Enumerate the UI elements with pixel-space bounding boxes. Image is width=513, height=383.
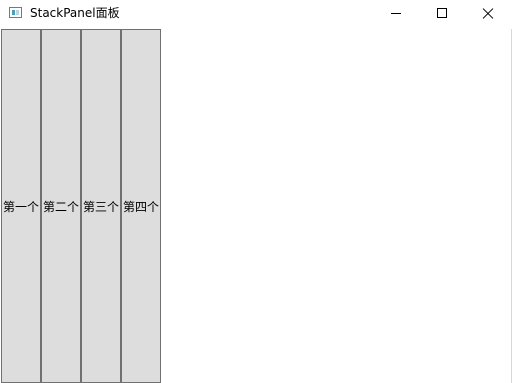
close-icon xyxy=(482,8,494,20)
app-window: StackPanel面板 第一个 第二个 第三个 第四个 xyxy=(0,0,513,383)
window-right-border xyxy=(511,29,512,383)
maximize-button[interactable] xyxy=(419,0,465,28)
close-button[interactable] xyxy=(465,0,511,28)
minimize-button[interactable] xyxy=(373,0,419,28)
stack-button-1[interactable]: 第一个 xyxy=(1,29,41,383)
window-title: StackPanel面板 xyxy=(30,6,120,20)
app-icon[interactable] xyxy=(9,7,22,18)
stack-panel: 第一个 第二个 第三个 第四个 xyxy=(1,29,161,383)
stack-button-4[interactable]: 第四个 xyxy=(121,29,161,383)
title-bar[interactable]: StackPanel面板 xyxy=(0,0,513,28)
stack-button-2[interactable]: 第二个 xyxy=(41,29,81,383)
maximize-icon xyxy=(437,8,447,18)
stack-button-3[interactable]: 第三个 xyxy=(81,29,121,383)
minimize-icon xyxy=(391,13,401,14)
